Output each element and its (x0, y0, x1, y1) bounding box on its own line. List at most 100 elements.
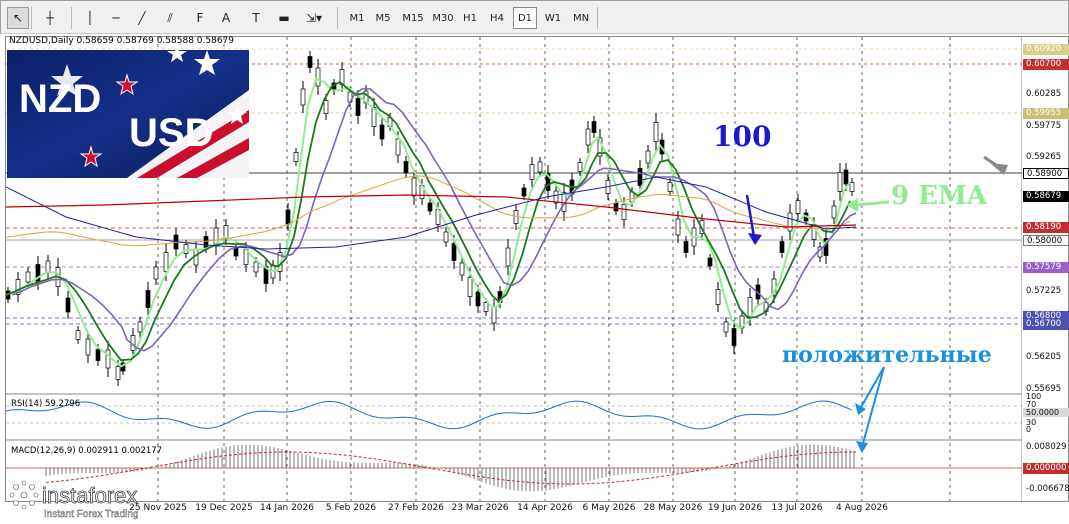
candle-body (683, 241, 689, 253)
candle-body (115, 366, 121, 380)
candle-body (645, 150, 651, 164)
candle-body (529, 164, 535, 180)
ema100-arrowhead (748, 233, 762, 245)
candle-body (483, 302, 489, 312)
arrows-dropdown-icon[interactable]: ⇲▾ (303, 7, 325, 29)
candle-body (715, 289, 721, 305)
candle-body (843, 169, 849, 185)
candle-body (443, 231, 449, 243)
timeframe-d1-button[interactable]: D1 (513, 7, 537, 29)
cursor-icon[interactable]: ↖ (7, 7, 29, 29)
candle-body (787, 212, 793, 232)
candle-body (613, 202, 619, 212)
candle-body (145, 290, 151, 308)
text-icon[interactable]: A (215, 7, 237, 29)
channel-icon[interactable]: ⫽ (159, 7, 181, 29)
timeframe-m30-button[interactable]: M30 (429, 7, 457, 29)
candle-body (203, 236, 209, 248)
macd-arrowhead (856, 441, 868, 453)
gray-arrow-shaft (983, 155, 1003, 171)
price-label: 0.59775 (1026, 121, 1062, 131)
candle-body (667, 182, 673, 192)
chart-toolbar: ↖ ┼ │ ─ ╱ ⫽ F A T ▬ ⇲▾ M1 M5 M15 M30 H1 H4 D1 W1 MN (0, 0, 1069, 34)
price-label: 0.58679 (1023, 191, 1069, 202)
candle-body (137, 321, 143, 333)
rsi-arrowhead (855, 403, 866, 415)
timeframe-w1-button[interactable]: W1 (541, 7, 565, 29)
candle-body (355, 98, 361, 116)
candle-body (411, 177, 417, 197)
price-label: 0.60285 (1026, 89, 1062, 99)
candle-body (427, 202, 433, 212)
timeframe-h4-button[interactable]: H4 (485, 7, 509, 29)
fibonacci-icon[interactable]: F (189, 7, 211, 29)
crosshair-icon[interactable]: ┼ (39, 7, 61, 29)
candle-body (675, 218, 681, 236)
macd-level-label: 0.008029 (1026, 442, 1067, 452)
candle-body (779, 241, 785, 253)
watermark-tagline: Instant Forex Trading (44, 509, 139, 520)
candle-body (475, 291, 481, 307)
price-label: 0.58000 (1023, 235, 1069, 246)
toolbar-separator (597, 7, 598, 29)
price-label: 0.60920 (1023, 44, 1069, 55)
rectangle-icon[interactable]: ▬ (273, 7, 295, 29)
ema9-annotation: 9 EMA (891, 181, 987, 211)
candle-body (459, 262, 465, 276)
time-label: 27 Feb 2026 (387, 503, 445, 513)
price-label: 0.56700 (1023, 319, 1069, 330)
candle-body (837, 172, 843, 192)
candle-body (731, 328, 737, 346)
instaforex-logo-icon (9, 480, 39, 510)
rsi-arrow (859, 366, 885, 410)
candle-body (505, 247, 511, 267)
price-label: 0.60700 (1023, 59, 1069, 70)
watermark-brand: instaforex (42, 483, 137, 508)
time-label: 4 Aug 2026 (836, 503, 888, 513)
macd-title: MACD(12,26,9) 0.002911 0.002177 (11, 446, 163, 456)
candle-body (723, 321, 729, 333)
candle-body (183, 244, 189, 254)
timeframe-m5-button[interactable]: M5 (371, 7, 395, 29)
vertical-line-icon[interactable]: │ (79, 7, 101, 29)
trendline-icon[interactable]: ╱ (131, 7, 153, 29)
candle-body (467, 277, 473, 297)
ema100-line (6, 176, 857, 250)
timeframe-m15-button[interactable]: M15 (399, 7, 427, 29)
candle-body (395, 138, 401, 156)
candle-body (153, 266, 159, 280)
macd-arrow (861, 366, 885, 448)
candle-body (591, 121, 597, 133)
flag-nzd-text: NZD (19, 77, 101, 121)
ema9-arrowhead (846, 198, 858, 212)
candle-body (285, 209, 291, 225)
candle-body (65, 297, 71, 313)
candle-body (95, 349, 101, 361)
candle-body (553, 190, 559, 204)
text-label-icon[interactable]: T (245, 7, 267, 29)
time-label: 14 Apr 2026 (517, 503, 573, 513)
macd-level-label: -0.006678 (1026, 484, 1069, 494)
price-label: 0.57579 (1023, 262, 1069, 273)
candle-body (795, 200, 801, 214)
candle-body (537, 161, 543, 173)
candle-body (85, 338, 91, 356)
candle-body (521, 187, 527, 197)
candle-body (831, 205, 837, 219)
price-label: 0.59265 (1026, 152, 1062, 162)
flag-usd-text: USD (129, 111, 213, 155)
time-label: 14 Jan 2026 (260, 503, 314, 513)
rsi-level-label: 0 (1026, 425, 1032, 434)
candle-body (491, 306, 497, 324)
horizontal-line-icon[interactable]: ─ (105, 7, 127, 29)
ema100-annotation: 100 (713, 120, 772, 153)
candle-body (451, 243, 457, 261)
timeframe-mn-button[interactable]: MN (569, 7, 593, 29)
candle-body (105, 349, 111, 369)
nzd-usd-flag-image: NZD USD (7, 50, 249, 178)
timeframe-m1-button[interactable]: M1 (345, 7, 369, 29)
instaforex-watermark: instaforex Instant Forex Trading (8, 478, 180, 520)
toolbar-separator (71, 7, 72, 29)
timeframe-h1-button[interactable]: H1 (458, 7, 482, 29)
candle-body (163, 252, 169, 272)
